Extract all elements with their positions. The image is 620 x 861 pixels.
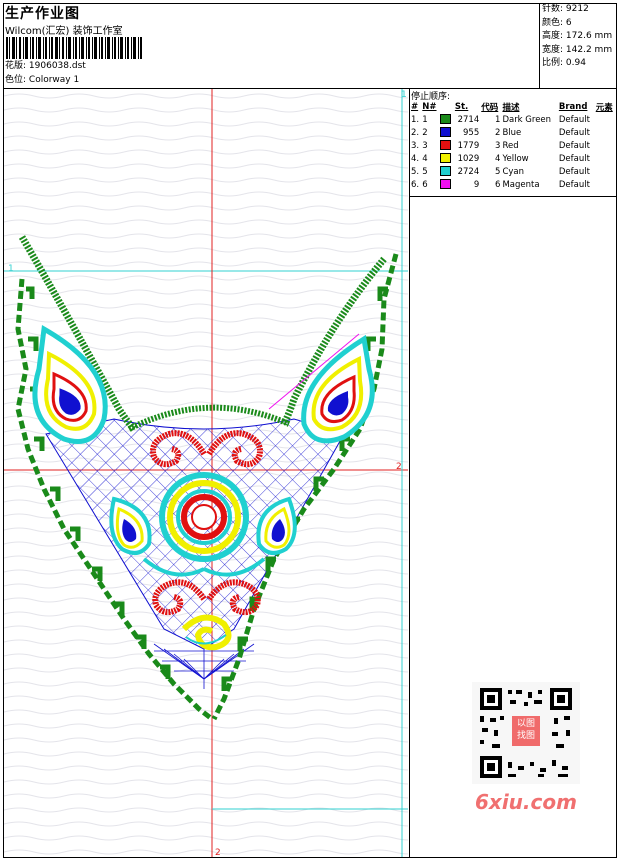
cell-stitches: 2714 xyxy=(457,114,480,125)
stat-scale: 比例: 0.94 xyxy=(542,58,586,68)
col-element: 元素 xyxy=(595,103,613,113)
cell-code: 2 xyxy=(495,127,501,138)
cell-number: 1. xyxy=(411,114,420,125)
cell-description: Dark Green xyxy=(502,114,552,125)
color-swatch xyxy=(440,166,452,177)
table-row: 5. 5 2724 5 Cyan Default xyxy=(410,165,616,178)
table-row: 2. 2 955 2 Blue Default xyxy=(410,126,616,139)
stats-panel: 针数: 9212 颜色: 6 高度: 172.6 mm 宽度: 142.2 mm… xyxy=(539,3,617,85)
col-description: 描述 xyxy=(502,103,520,113)
col-code: 代码 xyxy=(481,103,499,113)
cell-swatch xyxy=(439,165,453,178)
color-stop-table: # N# St. 代码 描述 Brand 元素 1. 1 2714 1 Dark Gre… xyxy=(410,101,616,191)
cell-swatch xyxy=(439,152,453,165)
page-title: 生产作业图 xyxy=(5,6,80,22)
colorway-value: Colorway 1 xyxy=(28,75,80,85)
cell-description: Cyan xyxy=(502,166,524,177)
cell-brand: Default xyxy=(558,127,590,138)
color-swatch xyxy=(440,140,452,151)
cell-number: 6. xyxy=(411,179,420,190)
cell-brand: Default xyxy=(558,166,590,177)
col-needle: N# xyxy=(422,102,437,112)
barcode xyxy=(6,37,142,59)
cell-description: Yellow xyxy=(502,153,529,164)
cell-needle: 1 xyxy=(422,114,428,125)
marker-top: 1 xyxy=(401,90,407,100)
stat-colors: 颜色: 6 xyxy=(542,17,572,28)
cell-stitches: 1779 xyxy=(457,140,480,151)
cell-element xyxy=(595,113,616,126)
cell-description: Blue xyxy=(502,127,522,138)
cell-code: 3 xyxy=(495,140,501,151)
cell-brand: Default xyxy=(558,140,590,151)
design-canvas xyxy=(4,89,408,857)
table-row: 3. 3 1779 3 Red Default xyxy=(410,139,616,152)
cell-stitches: 9 xyxy=(473,179,480,190)
color-swatch xyxy=(440,114,452,125)
color-swatch xyxy=(440,153,452,164)
cell-number: 3. xyxy=(411,140,420,151)
cell-code: 5 xyxy=(495,166,501,177)
stat-width: 宽度: 142.2 mm xyxy=(542,44,613,55)
marker-right: 2 xyxy=(396,462,402,472)
color-swatch xyxy=(440,179,452,190)
cell-needle: 6 xyxy=(422,179,428,190)
design-file: 1906038.dst xyxy=(28,61,86,71)
cell-needle: 4 xyxy=(422,153,428,164)
colorway-info: 色位: Colorway 1 xyxy=(5,74,79,87)
cell-stitches: 955 xyxy=(463,127,480,138)
table-row: 4. 4 1029 4 Yellow Default xyxy=(410,152,616,165)
cell-number: 4. xyxy=(411,153,420,164)
cell-brand: Default xyxy=(558,179,590,190)
cell-swatch xyxy=(439,139,453,152)
table-header-row: # N# St. 代码 描述 Brand 元素 xyxy=(410,101,616,113)
cell-element xyxy=(595,165,616,178)
stop-table-divider xyxy=(409,196,617,197)
qr-stamp: 以图 找图 xyxy=(516,719,535,741)
color-swatch xyxy=(440,127,452,138)
cell-needle: 3 xyxy=(422,140,428,151)
cell-description: Magenta xyxy=(502,179,540,190)
marker-bottom: 2 xyxy=(215,848,221,858)
cell-stitches: 2724 xyxy=(457,166,480,177)
table-row: 6. 6 9 6 Magenta Default xyxy=(410,178,616,191)
cell-stitches: 1029 xyxy=(457,153,480,164)
colorway-label: 色位: xyxy=(5,75,27,85)
stat-height: 高度: 172.6 mm xyxy=(542,31,613,41)
canvas-divider xyxy=(409,88,410,858)
design-info: 花版: 1906038.dst xyxy=(5,60,86,73)
cell-code: 6 xyxy=(495,179,501,190)
stat-stitches: 针数: 9212 xyxy=(542,4,589,14)
cell-element xyxy=(595,178,616,191)
cell-description: Red xyxy=(502,140,519,151)
cell-needle: 2 xyxy=(422,127,428,138)
cell-code: 4 xyxy=(495,153,501,164)
design-label: 花版: xyxy=(5,61,27,71)
cell-number: 5. xyxy=(411,166,420,177)
cell-brand: Default xyxy=(558,114,590,125)
col-stitches: St. xyxy=(454,102,469,112)
cell-element xyxy=(595,126,616,139)
cell-swatch xyxy=(439,126,453,139)
cell-needle: 5 xyxy=(422,166,428,177)
cell-element xyxy=(595,139,616,152)
cell-brand: Default xyxy=(558,153,590,164)
marker-left: 1 xyxy=(8,264,14,274)
cell-code: 1 xyxy=(495,114,501,125)
cell-number: 2. xyxy=(411,127,420,138)
cell-element xyxy=(595,152,616,165)
col-number: # xyxy=(411,102,419,112)
cell-swatch xyxy=(439,178,453,191)
company-name: Wilcom(汇宏) 装饰工作室 xyxy=(5,26,123,37)
col-swatch xyxy=(439,101,453,113)
cell-swatch xyxy=(439,113,453,126)
table-row: 1. 1 2714 1 Dark Green Default xyxy=(410,113,616,126)
watermark-logo: 6xiu.com xyxy=(475,790,577,814)
col-brand: Brand xyxy=(558,102,588,112)
